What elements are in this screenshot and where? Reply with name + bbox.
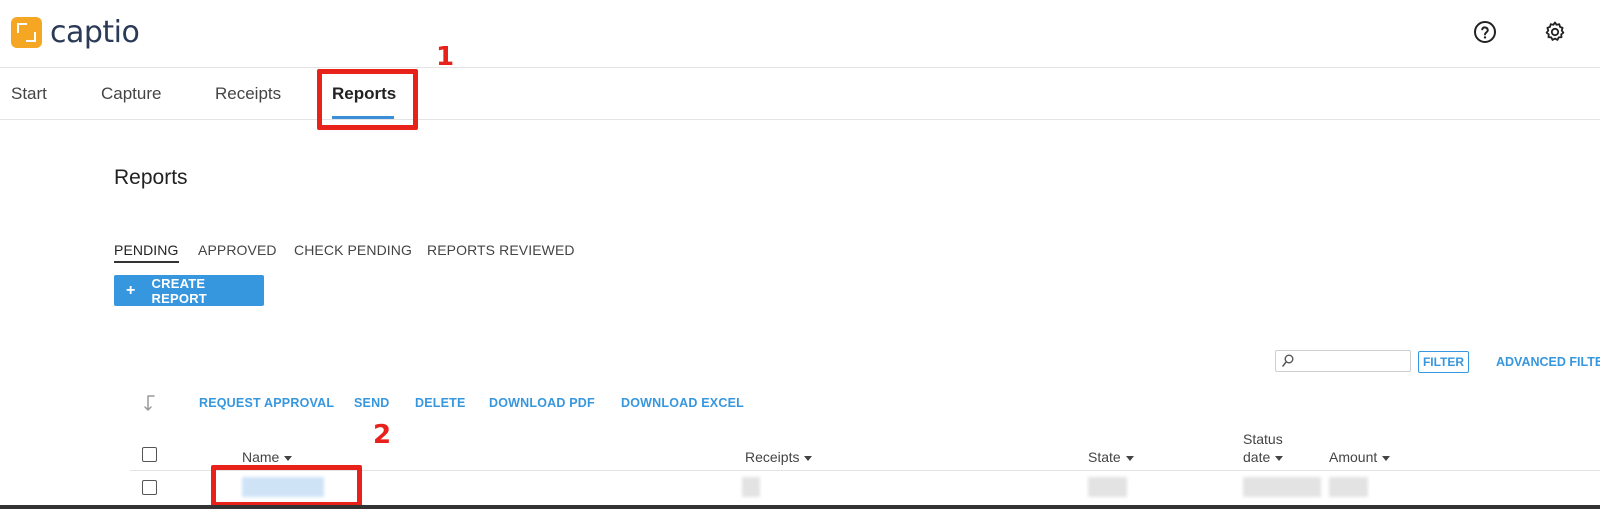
help-icon[interactable] — [1472, 19, 1498, 45]
download-pdf-action[interactable]: DOWNLOAD PDF — [489, 396, 595, 410]
sort-caret-icon — [284, 455, 293, 461]
tab-start[interactable]: Start — [11, 84, 47, 104]
annotation-number-2: 2 — [373, 420, 392, 450]
column-receipts-label: Receipts — [745, 449, 800, 465]
column-header-state[interactable]: State — [1088, 449, 1134, 465]
search-input[interactable] — [1275, 350, 1411, 372]
create-report-button[interactable]: + CREATE REPORT — [114, 275, 264, 306]
advanced-filter-link[interactable]: ADVANCED FILTE — [1496, 355, 1600, 369]
column-amount-label: Amount — [1329, 449, 1378, 465]
tab-capture[interactable]: Capture — [101, 84, 161, 104]
column-header-amount[interactable]: Amount — [1329, 449, 1391, 465]
send-action[interactable]: SEND — [354, 396, 390, 410]
column-header-name[interactable]: Name — [242, 449, 293, 465]
page-title: Reports — [114, 166, 188, 189]
status-date-value-redacted — [1243, 477, 1321, 497]
sort-caret-icon — [1275, 455, 1284, 461]
filter-button[interactable]: FILTER — [1418, 351, 1469, 373]
tab-receipts[interactable]: Receipts — [215, 84, 281, 104]
annotation-box-2 — [211, 465, 362, 507]
plus-icon: + — [126, 281, 136, 299]
select-all-checkbox[interactable] — [142, 447, 157, 462]
sort-caret-icon — [1125, 455, 1134, 461]
column-header-status-date[interactable]: date — [1243, 449, 1284, 465]
captio-logo[interactable]: captio — [11, 15, 140, 50]
sort-caret-icon — [804, 455, 813, 461]
state-value-redacted — [1088, 477, 1127, 497]
receipts-value-redacted — [742, 477, 760, 497]
annotation-box-1 — [317, 69, 418, 130]
sort-arrow-icon[interactable] — [144, 394, 160, 417]
download-excel-action[interactable]: DOWNLOAD EXCEL — [621, 396, 744, 410]
column-header-receipts[interactable]: Receipts — [745, 449, 813, 465]
search-icon — [1282, 354, 1294, 373]
column-name-label: Name — [242, 449, 280, 465]
settings-gear-icon[interactable] — [1542, 19, 1568, 45]
subtab-check-pending[interactable]: CHECK PENDING — [294, 242, 412, 258]
column-state-label: State — [1088, 449, 1121, 465]
sort-caret-icon — [1382, 455, 1391, 461]
captio-logo-icon — [11, 17, 42, 48]
annotation-number-1: 1 — [436, 42, 455, 72]
subtab-reports-reviewed[interactable]: REPORTS REVIEWED — [427, 242, 575, 258]
column-status-date-label: date — [1243, 449, 1271, 465]
subtab-pending[interactable]: PENDING — [114, 242, 179, 263]
app-header: captio — [0, 0, 1600, 68]
delete-action[interactable]: DELETE — [415, 396, 466, 410]
column-header-status-date-line1[interactable]: Status — [1243, 431, 1283, 447]
logo-text: captio — [50, 15, 140, 50]
main-nav: Start Capture Receipts Reports — [0, 69, 1600, 120]
window-bottom-border — [0, 505, 1600, 509]
amount-value-redacted — [1329, 477, 1368, 497]
request-approval-action[interactable]: REQUEST APPROVAL — [199, 396, 334, 410]
row-checkbox[interactable] — [142, 480, 157, 495]
create-report-label: CREATE REPORT — [151, 275, 207, 306]
subtab-approved[interactable]: APPROVED — [198, 242, 277, 258]
